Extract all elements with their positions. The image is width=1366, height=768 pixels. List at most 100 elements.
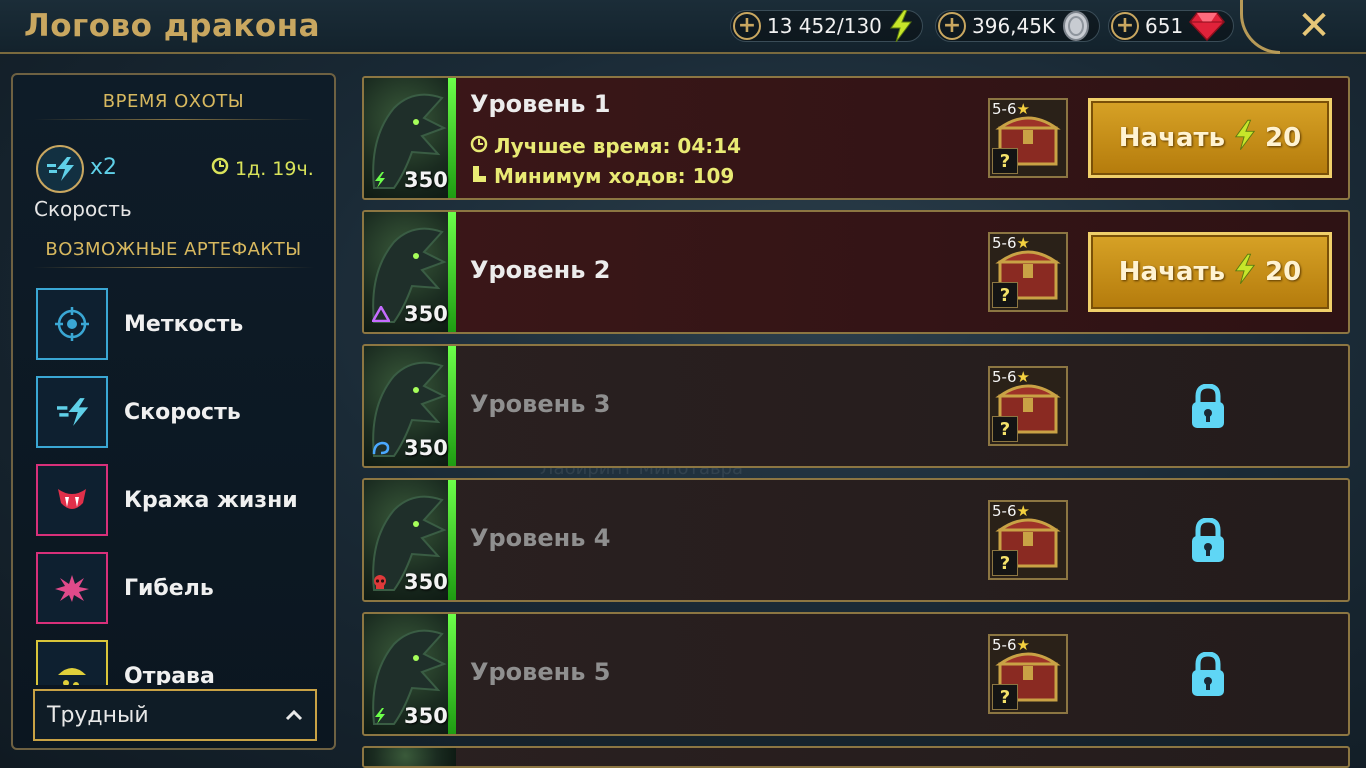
lock-icon [1190, 383, 1226, 430]
reward-stars-text: 5-6 [992, 234, 1017, 252]
hunt-time-heading: ВРЕМЯ ОХОТЫ [13, 91, 334, 120]
boss-power: 350 [404, 570, 448, 594]
start-button[interactable]: Начать 20 [1088, 98, 1332, 178]
magic-affinity-icon [372, 306, 390, 322]
clock-icon [470, 134, 488, 158]
boss-power: 350 [404, 302, 448, 326]
add-silver-button[interactable]: + [938, 12, 966, 40]
hunt-side-panel: ВРЕМЯ ОХОТЫ x2 1д. 19ч. Скорость ВОЗМОЖН… [11, 73, 336, 750]
reward-stars: 5-6★ [992, 234, 1030, 252]
accuracy-icon [36, 288, 108, 360]
energy-cost: 20 [1265, 123, 1302, 153]
level-row[interactable]: 350 Уровень 3 5-6★ ? [362, 344, 1350, 468]
divider [33, 119, 314, 120]
hunt-time-heading-text: ВРЕМЯ ОХОТЫ [102, 91, 245, 112]
reward-chest[interactable]: 5-6★ ? [988, 98, 1068, 178]
boss-power: 350 [404, 436, 448, 460]
gems-resource[interactable]: + 651 [1108, 10, 1235, 42]
possible-artifacts-heading: ВОЗМОЖНЫЕ АРТЕФАКТЫ [13, 239, 334, 268]
level-row[interactable]: 350 Уровень 5 5-6★ ? [362, 612, 1350, 736]
star-icon: ★ [1016, 636, 1030, 654]
artifact-label: Гибель [124, 575, 214, 601]
lifesteal-icon [36, 464, 108, 536]
question-mark-icon: ? [992, 550, 1018, 576]
level-row[interactable]: 350 Уровень 4 5-6★ ? [362, 478, 1350, 602]
reward-stars-text: 5-6 [992, 636, 1017, 654]
add-gems-button[interactable]: + [1111, 12, 1139, 40]
best-time: Лучшее время: 04:14 [470, 134, 741, 158]
difficulty-dropdown[interactable]: Трудный [33, 689, 317, 741]
star-icon: ★ [1016, 368, 1030, 386]
reward-chest[interactable]: 5-6★ ? [988, 232, 1068, 312]
artifact-label: Скорость [124, 399, 241, 425]
level-name: Уровень 5 [470, 658, 611, 686]
difficulty-value: Трудный [47, 702, 149, 728]
dragon-boss-portrait: 350 [364, 480, 456, 600]
close-button[interactable]: ✕ [1292, 3, 1336, 49]
artifact-list-viewport[interactable]: Меткость Скорость Кража жизни Гибель Отр… [13, 280, 334, 685]
level-row-partial[interactable] [362, 746, 1350, 768]
chevron-up-icon [285, 703, 303, 727]
energy-cost: 20 [1265, 257, 1302, 287]
add-energy-button[interactable]: + [733, 12, 761, 40]
reward-stars-text: 5-6 [992, 502, 1017, 520]
reward-chest[interactable]: 5-6★ ? [988, 634, 1068, 714]
star-icon: ★ [1016, 502, 1030, 520]
start-button[interactable]: Начать 20 [1088, 232, 1332, 312]
dragon-boss-portrait: 350 [364, 212, 456, 332]
boss-health-bar [448, 614, 456, 734]
start-button-label: Начать [1118, 123, 1226, 153]
lock-icon [1190, 651, 1226, 698]
boss-health-bar [448, 78, 456, 198]
energy-icon [1233, 253, 1257, 292]
energy-icon [1233, 119, 1257, 158]
boss-health-bar [448, 346, 456, 466]
artifact-set-item[interactable]: Меткость [36, 280, 326, 368]
spirit-affinity-icon [372, 440, 390, 456]
dragon-boss-portrait: 350 [364, 78, 456, 198]
question-mark-icon: ? [992, 148, 1018, 174]
energy-resource[interactable]: + 13 452/130 [730, 10, 923, 42]
artifact-set-item[interactable]: Кража жизни [36, 456, 326, 544]
boss-power: 350 [404, 704, 448, 728]
destroy-icon [36, 552, 108, 624]
possible-artifacts-heading-text: ВОЗМОЖНЫЕ АРТЕФАКТЫ [45, 239, 302, 260]
dragon-boss-portrait [364, 748, 456, 766]
artifact-set-item[interactable]: Скорость [36, 368, 326, 456]
gems-value: 651 [1145, 14, 1184, 38]
poison-icon [36, 640, 108, 685]
boss-power: 350 [404, 168, 448, 192]
dragon-boss-portrait: 350 [364, 614, 456, 734]
level-name: Уровень 4 [470, 524, 611, 552]
speed-icon [36, 145, 84, 193]
level-row[interactable]: 350 Уровень 1 Лучшее время: 04:14 Миниму… [362, 76, 1350, 200]
speed-icon [36, 376, 108, 448]
level-name: Уровень 1 [470, 90, 611, 118]
star-icon: ★ [1016, 234, 1030, 252]
hunt-bonus-name: Скорость [34, 197, 132, 221]
silver-value: 396,45K [972, 14, 1056, 38]
boss-health-bar [448, 212, 456, 332]
artifact-list: Меткость Скорость Кража жизни Гибель Отр… [36, 280, 326, 685]
force-affinity-icon [372, 172, 388, 188]
clock-icon [211, 157, 229, 180]
reward-stars: 5-6★ [992, 636, 1030, 654]
reward-chest[interactable]: 5-6★ ? [988, 366, 1068, 446]
level-row[interactable]: 350 Уровень 2 5-6★ ? Начать 20 [362, 210, 1350, 334]
page-title: Логово дракона [24, 8, 321, 44]
reward-chest[interactable]: 5-6★ ? [988, 500, 1068, 580]
reward-stars: 5-6★ [992, 368, 1030, 386]
artifact-set-item[interactable]: Отрава [36, 632, 326, 685]
artifact-set-item[interactable]: Гибель [36, 544, 326, 632]
silver-resource[interactable]: + 396,45K [935, 10, 1101, 42]
divider [33, 267, 314, 268]
corner-ornament [1240, 0, 1280, 54]
hunt-timer: 1д. 19ч. [211, 157, 314, 180]
reward-stars-text: 5-6 [992, 100, 1017, 118]
question-mark-icon: ? [992, 684, 1018, 710]
force-affinity-icon [372, 708, 388, 724]
silver-coin-icon [1061, 11, 1091, 41]
question-mark-icon: ? [992, 416, 1018, 442]
boot-icon [470, 164, 488, 188]
artifact-label: Меткость [124, 311, 244, 337]
